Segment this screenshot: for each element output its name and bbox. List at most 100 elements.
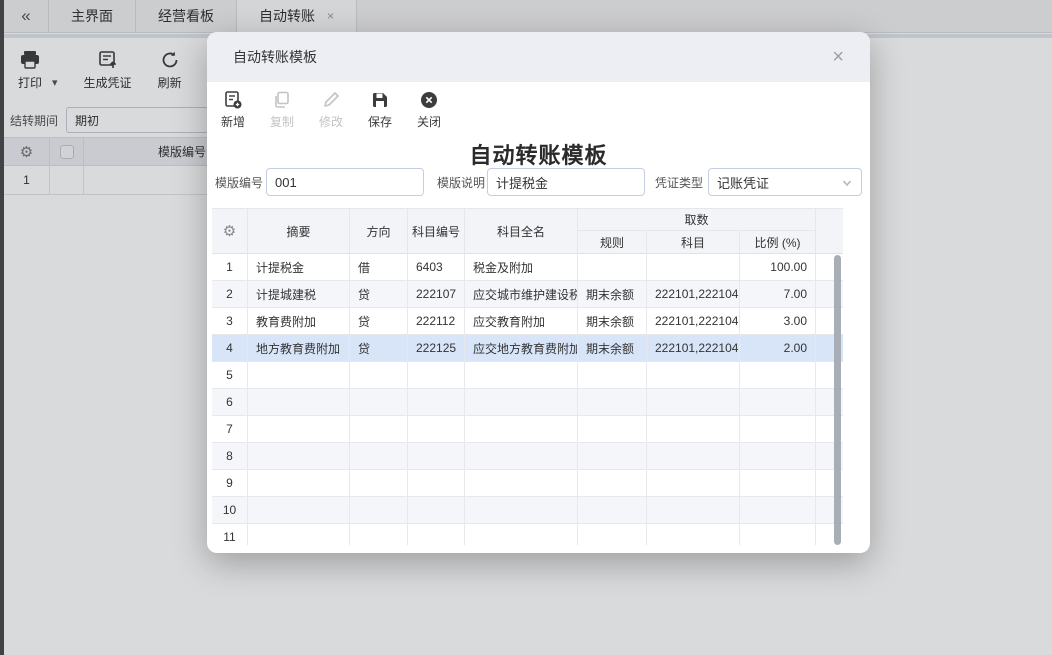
cell-summary xyxy=(248,416,350,442)
grid-row[interactable]: 8 xyxy=(212,443,843,470)
modify-button[interactable]: 修改 xyxy=(311,90,351,130)
dialog-toolbar: 新增 复制 修改 xyxy=(213,90,449,130)
voucher-type-label: 凭证类型 xyxy=(655,174,703,191)
cell-rule xyxy=(578,362,647,388)
grid-row[interactable]: 2 计提城建税 贷 222107 应交城市维护建设税 期末余额 222101,2… xyxy=(212,281,843,308)
cell-accounts xyxy=(647,443,740,469)
cell-ratio: 3.00 xyxy=(740,308,816,334)
template-grid: ⚙ 摘要 方向 科目编号 科目全名 取数 规则 科目 比例 (%) 1 计提税金… xyxy=(212,208,843,545)
grid-row[interactable]: 4 地方教育费附加 贷 222125 应交地方教育费附加 期末余额 222101… xyxy=(212,335,843,362)
cell-accounts xyxy=(647,254,740,280)
header-filler xyxy=(816,209,843,253)
cell-summary xyxy=(248,524,350,545)
cell-accounts xyxy=(647,362,740,388)
cell-direction: 贷 xyxy=(350,308,408,334)
cell-ratio xyxy=(740,362,816,388)
cell-accounts xyxy=(647,497,740,523)
cell-row-index: 4 xyxy=(212,335,248,361)
cell-account-name xyxy=(465,497,578,523)
cell-account-no: 222107 xyxy=(408,281,465,307)
copy-button[interactable]: 复制 xyxy=(262,90,302,130)
cell-row-index: 9 xyxy=(212,470,248,496)
cell-ratio xyxy=(740,389,816,415)
cell-account-no xyxy=(408,470,465,496)
screen: « 主界面 经营看板 自动转账 × xyxy=(0,0,1052,655)
cell-summary xyxy=(248,497,350,523)
cell-direction: 贷 xyxy=(350,281,408,307)
cell-account-no xyxy=(408,416,465,442)
cell-row-index: 7 xyxy=(212,416,248,442)
cell-rule xyxy=(578,497,647,523)
cell-rule: 期末余额 xyxy=(578,281,647,307)
cell-direction xyxy=(350,362,408,388)
cell-accounts: 222101,222104 xyxy=(647,281,740,307)
cell-row-index: 8 xyxy=(212,443,248,469)
new-record-icon xyxy=(223,90,243,110)
template-desc-label: 模版说明 xyxy=(437,174,485,191)
cell-summary xyxy=(248,389,350,415)
cell-account-name: 应交城市维护建设税 xyxy=(465,281,578,307)
cell-ratio xyxy=(740,524,816,545)
cell-account-no xyxy=(408,362,465,388)
cell-ratio xyxy=(740,497,816,523)
new-button[interactable]: 新增 xyxy=(213,90,253,130)
cell-account-name: 税金及附加 xyxy=(465,254,578,280)
cell-account-no: 222125 xyxy=(408,335,465,361)
chevron-down-icon xyxy=(841,177,853,192)
close-label: 关闭 xyxy=(417,113,441,130)
col-fetch-group: 取数 xyxy=(578,209,816,231)
col-account-no: 科目编号 xyxy=(408,209,465,253)
cell-ratio xyxy=(740,470,816,496)
col-account-name: 科目全名 xyxy=(465,209,578,253)
cell-rule xyxy=(578,524,647,545)
cell-account-no: 222112 xyxy=(408,308,465,334)
cell-rule xyxy=(578,470,647,496)
close-button[interactable]: 关闭 xyxy=(409,90,449,130)
voucher-type-select[interactable]: 记账凭证 xyxy=(708,168,862,196)
cell-accounts: 222101,222104 xyxy=(647,308,740,334)
cell-summary: 计提税金 xyxy=(248,254,350,280)
template-desc-input[interactable] xyxy=(487,168,645,196)
cell-account-name xyxy=(465,416,578,442)
template-no-input[interactable] xyxy=(266,168,424,196)
cell-rule: 期末余额 xyxy=(578,335,647,361)
col-rule: 规则 xyxy=(578,231,647,253)
grid-row[interactable]: 3 教育费附加 贷 222112 应交教育附加 期末余额 222101,2221… xyxy=(212,308,843,335)
grid-row[interactable]: 10 xyxy=(212,497,843,524)
cell-direction xyxy=(350,416,408,442)
grid-row[interactable]: 11 xyxy=(212,524,843,545)
cell-direction xyxy=(350,497,408,523)
cell-row-index: 6 xyxy=(212,389,248,415)
cell-accounts xyxy=(647,416,740,442)
cell-summary: 计提城建税 xyxy=(248,281,350,307)
cell-summary xyxy=(248,470,350,496)
dialog-close-icon[interactable]: × xyxy=(832,47,844,67)
col-account: 科目 xyxy=(647,231,740,253)
cell-accounts xyxy=(647,470,740,496)
copy-label: 复制 xyxy=(270,113,294,130)
grid-row[interactable]: 7 xyxy=(212,416,843,443)
cell-row-index: 1 xyxy=(212,254,248,280)
cell-account-name: 应交教育附加 xyxy=(465,308,578,334)
save-label: 保存 xyxy=(368,113,392,130)
cell-direction: 借 xyxy=(350,254,408,280)
gear-icon[interactable]: ⚙ xyxy=(212,209,248,253)
cell-summary xyxy=(248,362,350,388)
cell-direction xyxy=(350,470,408,496)
cell-accounts xyxy=(647,524,740,545)
grid-row[interactable]: 9 xyxy=(212,470,843,497)
cell-rule xyxy=(578,443,647,469)
save-button[interactable]: 保存 xyxy=(360,90,400,130)
grid-row[interactable]: 5 xyxy=(212,362,843,389)
cell-account-no xyxy=(408,497,465,523)
grid-row[interactable]: 1 计提税金 借 6403 税金及附加 100.00 xyxy=(212,254,843,281)
dialog-header: 自动转账模板 × xyxy=(207,32,870,82)
cell-direction xyxy=(350,443,408,469)
vertical-scrollbar[interactable] xyxy=(834,255,841,545)
col-summary: 摘要 xyxy=(248,209,350,253)
grid-row[interactable]: 6 xyxy=(212,389,843,416)
copy-icon xyxy=(272,90,292,110)
pencil-icon xyxy=(321,90,341,110)
template-no-label: 模版编号 xyxy=(215,174,263,191)
cell-rule xyxy=(578,254,647,280)
